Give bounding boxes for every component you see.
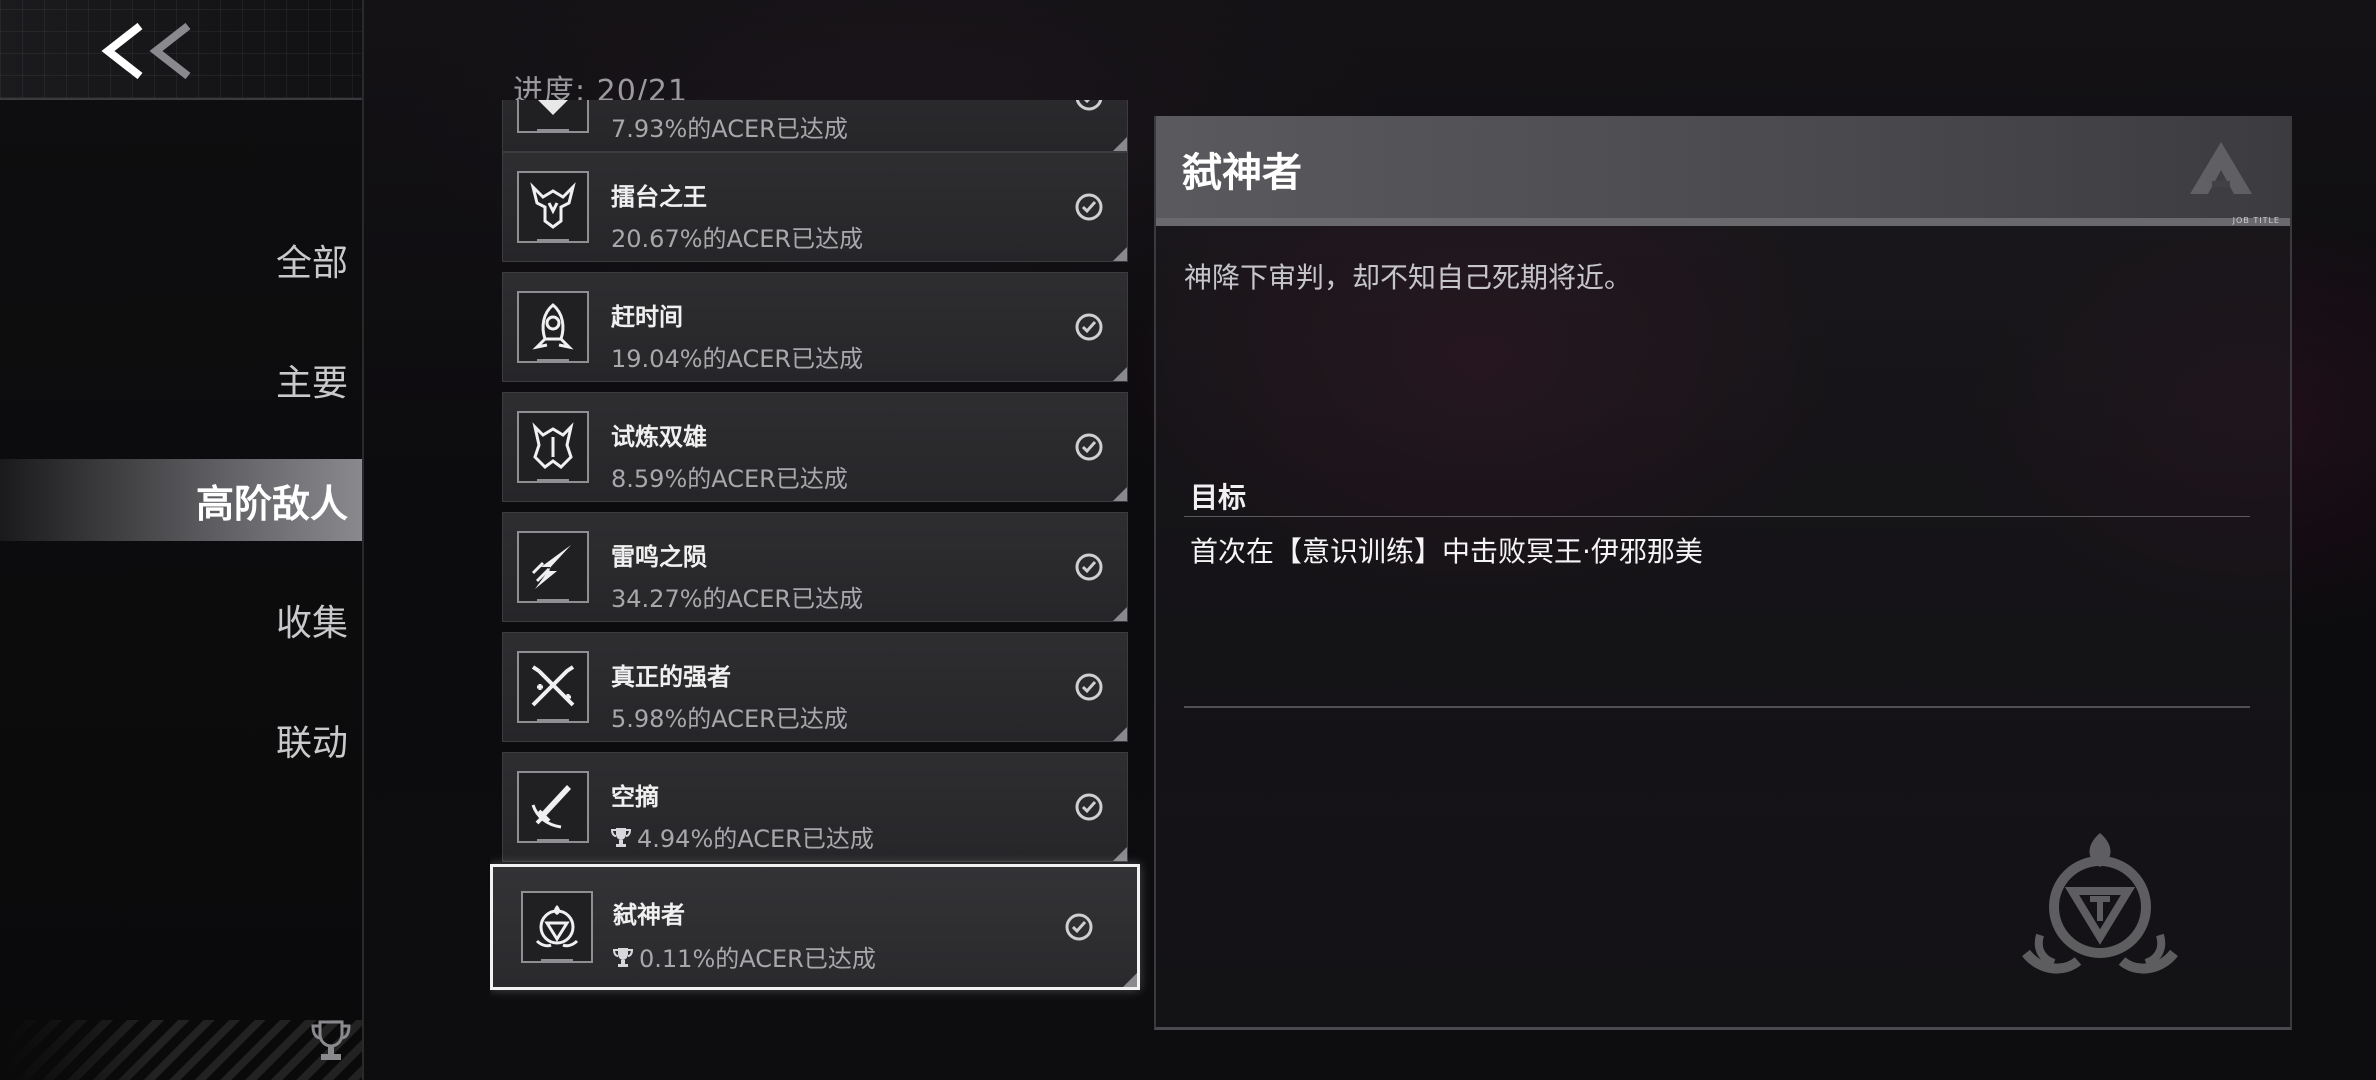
achievement-rate: 19.04%的ACER已达成 [611,339,863,374]
god-emblem-watermark-icon [2022,833,2178,974]
achievement-icon-frame [517,651,589,723]
achievement-rate-text: 20.67%的ACER已达成 [611,225,864,253]
achievement-rate-text: 19.04%的ACER已达成 [611,345,864,373]
nav-item-collection[interactable]: 收集 [0,580,348,660]
achievement-title: 赶时间 [611,303,683,331]
lightning-strike-icon [531,545,571,589]
achievement-card[interactable]: 雷鸣之陨 34.27%的ACER已达成 [502,512,1128,622]
achievement-card[interactable]: 试炼双雄 8.59%的ACER已达成 [502,392,1128,502]
nav-item-main[interactable]: 主要 [0,340,348,420]
check-circle-icon [1075,433,1103,461]
trophy-icon [611,827,631,847]
achievement-title: 雷鸣之陨 [611,543,707,571]
achievement-rate-text: 8.59%的ACER已达成 [611,465,848,493]
achievement-icon-frame [517,100,589,133]
achievement-icon-frame [517,291,589,363]
back-button[interactable] [100,22,200,80]
section-divider [1184,706,2250,708]
check-circle-icon [1065,913,1093,941]
achievement-detail-panel: 弑神者 JOB TITLE 神降下审判，却不知自己死期将近。 目标 首次在【意识… [1154,116,2292,1030]
twin-mask-icon [532,422,574,469]
detail-header: 弑神者 JOB TITLE [1156,116,2290,226]
achievement-rate: 8.59%的ACER已达成 [611,459,848,494]
achievement-icon-frame [517,411,589,483]
achievement-card[interactable]: 7.93%的ACER已达成 [502,100,1128,152]
brand-logo-icon [2190,142,2252,194]
achievement-card[interactable]: 真正的强者 5.98%的ACER已达成 [502,632,1128,742]
check-circle-icon [1075,313,1103,341]
achievement-card[interactable]: 空摘 4.94%的ACER已达成 [502,752,1128,862]
achievement-rate-text: 7.93%的ACER已达成 [611,115,848,143]
achievement-title: 空摘 [611,783,659,811]
nav-item-label: 主要 [275,363,348,404]
achievement-icon-frame [517,771,589,843]
check-circle-icon [1075,673,1103,701]
achievement-rate: 4.94%的ACER已达成 [611,819,874,854]
achievement-rate-text: 5.98%的ACER已达成 [611,705,848,733]
check-circle-icon [1075,553,1103,581]
goal-text: 首次在【意识训练】中击败冥王·伊邪那美 [1190,535,1703,568]
god-emblem-icon [535,905,579,948]
achievement-card[interactable]: 擂台之王 20.67%的ACER已达成 [502,152,1128,262]
trophy-icon [613,947,633,967]
achievement-rate: 5.98%的ACER已达成 [611,699,848,734]
sidebar-decoration [0,1020,362,1080]
achievement-title: 弑神者 [613,901,685,929]
achievement-icon-frame [517,171,589,243]
nav-item-label: 联动 [275,723,348,764]
crossed-blades-icon [531,665,575,707]
achievement-rate: 34.27%的ACER已达成 [611,579,863,614]
achievement-rate-text: 0.11%的ACER已达成 [639,945,876,973]
goal-label: 目标 [1190,481,1247,514]
achievement-rate: 20.67%的ACER已达成 [611,219,863,254]
achievement-rate-text: 4.94%的ACER已达成 [637,825,874,853]
achievement-rate-text: 34.27%的ACER已达成 [611,585,864,613]
achievement-title: 试炼双雄 [611,423,707,451]
goal-divider [1184,516,2250,517]
header-small-text: JOB TITLE [2232,216,2280,225]
nav-item-label: 收集 [275,603,348,644]
sidebar: 全部 主要 高阶敌人 收集 联动 [0,0,364,1080]
achievement-rate: 7.93%的ACER已达成 [611,109,848,144]
nav-item-collab[interactable]: 联动 [0,700,348,780]
nav-item-label: 高阶敌人 [195,481,348,526]
achievement-title: 真正的强者 [611,663,731,691]
achievement-icon-frame [521,891,593,963]
heart-emblem-icon [538,100,568,115]
detail-description: 神降下审判，却不知自己死期将近。 [1184,261,1633,294]
achievement-title: 擂台之王 [611,183,707,211]
check-circle-icon [1075,193,1103,221]
rocket-clock-icon [532,303,574,350]
nav-item-advanced-enemies[interactable]: 高阶敌人 [0,459,362,541]
horned-helmet-icon [530,182,576,229]
achievement-icon-frame [517,531,589,603]
achievement-rate: 0.11%的ACER已达成 [613,939,876,974]
achievement-list[interactable]: 7.93%的ACER已达成 擂台之王 20.67%的ACER已达成 赶时间 19… [490,100,1150,1000]
sword-slash-icon [531,785,571,829]
detail-title: 弑神者 [1182,150,1302,196]
check-circle-icon [1075,793,1103,821]
back-area [0,0,362,100]
achievement-card-selected[interactable]: 弑神者 0.11%的ACER已达成 [490,864,1140,990]
nav-item-all[interactable]: 全部 [0,220,348,300]
achievement-card[interactable]: 赶时间 19.04%的ACER已达成 [502,272,1128,382]
double-chevron-left-icon [101,22,191,80]
trophy-icon [311,1020,351,1060]
check-circle-icon [1075,100,1103,111]
nav-item-label: 全部 [275,243,348,284]
